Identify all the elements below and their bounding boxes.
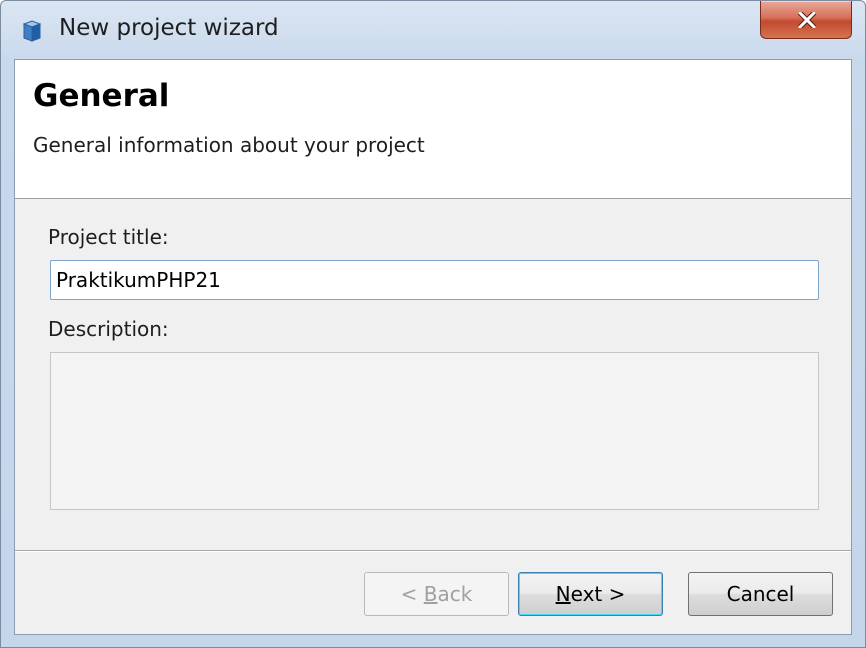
project-title-label: Project title:: [48, 225, 169, 249]
back-button-mnemonic: B: [423, 582, 438, 606]
next-button-mnemonic: N: [555, 582, 571, 606]
title-bar[interactable]: New project wizard: [1, 1, 865, 59]
button-separator: [15, 550, 851, 552]
project-title-input[interactable]: [50, 260, 819, 300]
page-subtitle: General information about your project: [33, 133, 425, 157]
description-label: Description:: [48, 317, 169, 341]
wizard-client-area: General General information about your p…: [14, 59, 852, 635]
wizard-window: New project wizard General General infor…: [0, 0, 866, 648]
app-cube-icon: [21, 19, 43, 43]
wizard-header: General General information about your p…: [15, 60, 851, 199]
next-button[interactable]: Next >: [518, 572, 663, 616]
back-button-rest: ack: [437, 582, 473, 606]
window-title: New project wizard: [59, 15, 279, 41]
close-button[interactable]: [760, 1, 852, 39]
page-title: General: [33, 78, 170, 114]
back-button[interactable]: < Back: [364, 572, 509, 616]
next-button-rest: ext >: [570, 582, 626, 606]
back-button-prefix: <: [400, 582, 424, 606]
cancel-button[interactable]: Cancel: [688, 572, 833, 616]
description-textarea[interactable]: [50, 352, 819, 510]
close-icon: [798, 12, 816, 28]
